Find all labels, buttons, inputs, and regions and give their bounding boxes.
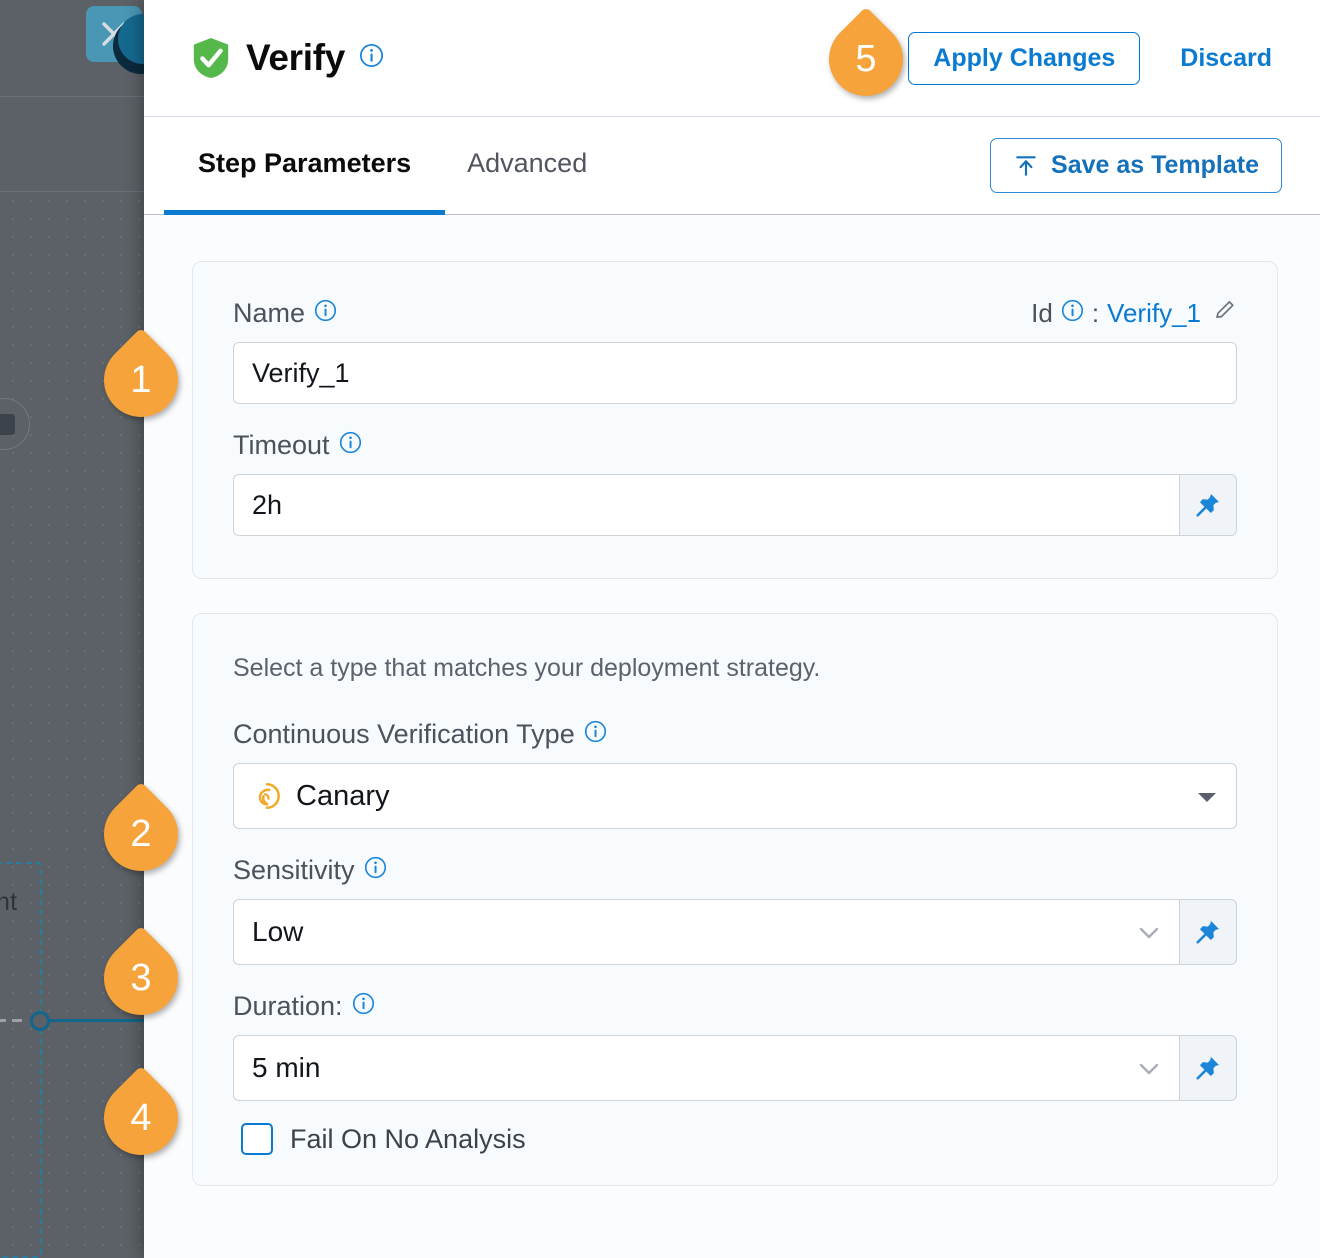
verification-type-card: Select a type that matches your deployme… (192, 613, 1278, 1186)
sensitivity-label-group: Sensitivity (233, 855, 1237, 886)
callout-number: 2 (104, 797, 178, 871)
connector-node-dot[interactable] (30, 1011, 50, 1031)
tab-bar: Step Parameters Advanced Save as Templat… (144, 117, 1320, 215)
callout-marker-1: 1 (104, 343, 208, 417)
identity-card: Name Id (192, 261, 1278, 579)
id-separator: : (1092, 298, 1099, 329)
chevron-down-icon (1137, 916, 1161, 948)
sensitivity-label: Sensitivity (233, 855, 355, 886)
sensitivity-field-group: Low (233, 899, 1237, 965)
duration-field-group: 5 min (233, 1035, 1237, 1101)
connector-dash-b (12, 1019, 22, 1022)
dropdown-caret-icon (1196, 780, 1218, 813)
timeout-field-group: 2h (233, 474, 1237, 536)
info-icon[interactable] (1061, 298, 1084, 329)
info-icon[interactable] (584, 719, 607, 750)
cv-type-value: Canary (296, 780, 390, 813)
callout-number: 1 (104, 343, 178, 417)
duration-label: Duration: (233, 991, 343, 1022)
duration-select[interactable]: 5 min (233, 1035, 1179, 1101)
fail-on-no-analysis-row[interactable]: Fail On No Analysis (233, 1101, 1237, 1185)
info-icon[interactable] (364, 855, 387, 886)
drawer-header: Verify Apply Changes Discard (144, 0, 1320, 117)
name-label-group: Name (233, 298, 337, 329)
step-group-outline (0, 862, 42, 1258)
stop-square-glyph (0, 414, 15, 435)
fail-on-no-analysis-label: Fail On No Analysis (290, 1124, 526, 1155)
connector-dash-a (0, 1019, 6, 1022)
pushpin-icon (1194, 1054, 1222, 1082)
duration-pin-button[interactable] (1179, 1035, 1237, 1101)
step-configuration-drawer: Verify Apply Changes Discard Step Parame… (144, 0, 1320, 1258)
callout-marker-5: 5 (829, 22, 933, 96)
step-group-label: nt (0, 888, 17, 917)
pushpin-icon (1194, 491, 1222, 519)
info-icon[interactable] (314, 298, 337, 329)
shield-check-icon (190, 36, 232, 80)
cv-type-label: Continuous Verification Type (233, 719, 575, 750)
helper-text: Select a type that matches your deployme… (233, 654, 1237, 683)
duration-label-group: Duration: (233, 991, 1237, 1022)
connector-line (42, 1019, 152, 1022)
callout-number: 5 (829, 22, 903, 96)
fail-on-no-analysis-checkbox[interactable] (241, 1123, 273, 1155)
info-icon[interactable] (359, 43, 384, 73)
callout-marker-2: 2 (104, 797, 208, 871)
sensitivity-value: Low (252, 916, 303, 948)
drawer-title-group: Verify (190, 36, 384, 80)
canary-bird-icon (252, 781, 282, 811)
sensitivity-select[interactable]: Low (233, 899, 1179, 965)
canvas-second-band (0, 96, 160, 192)
callout-marker-3: 3 (104, 941, 208, 1015)
name-id-row: Name Id (233, 298, 1237, 342)
upload-icon (1013, 153, 1039, 179)
discard-button[interactable]: Discard (1180, 44, 1272, 73)
callout-marker-4: 4 (104, 1081, 208, 1155)
info-icon[interactable] (339, 430, 362, 461)
id-label: Id (1031, 298, 1053, 329)
timeout-input[interactable]: 2h (233, 474, 1179, 536)
save-as-template-label: Save as Template (1051, 151, 1259, 180)
drawer-body: Name Id (144, 215, 1320, 1258)
step-id-display: Id : Verify_1 (1031, 298, 1237, 329)
apply-changes-button[interactable]: Apply Changes (908, 32, 1140, 85)
timeout-label: Timeout (233, 430, 330, 461)
cv-type-label-group: Continuous Verification Type (233, 719, 1237, 750)
tab-advanced[interactable]: Advanced (459, 117, 595, 215)
cv-type-select[interactable]: Canary (233, 763, 1237, 829)
header-actions: Apply Changes Discard (908, 32, 1272, 85)
sensitivity-pin-button[interactable] (1179, 899, 1237, 965)
chevron-down-icon (1137, 1052, 1161, 1084)
callout-number: 3 (104, 941, 178, 1015)
name-label: Name (233, 298, 305, 329)
timeout-pin-button[interactable] (1179, 474, 1237, 536)
callout-number: 4 (104, 1081, 178, 1155)
tab-step-parameters[interactable]: Step Parameters (190, 117, 419, 215)
pencil-icon[interactable] (1213, 298, 1237, 329)
timeout-label-group: Timeout (233, 430, 1237, 461)
info-icon[interactable] (352, 991, 375, 1022)
save-as-template-button[interactable]: Save as Template (990, 138, 1282, 193)
stop-node-icon[interactable] (0, 398, 30, 450)
pushpin-icon (1194, 918, 1222, 946)
page-title: Verify (246, 37, 345, 79)
id-value: Verify_1 (1107, 298, 1201, 329)
duration-value: 5 min (252, 1052, 320, 1084)
name-input[interactable]: Verify_1 (233, 342, 1237, 404)
